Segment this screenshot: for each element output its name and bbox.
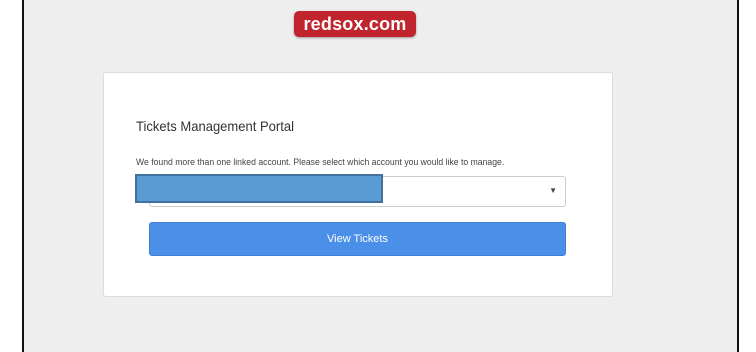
browser-viewport: redsox.com Tickets Management Portal We … [22, 0, 739, 352]
logo-brand-text: redsox [303, 14, 364, 34]
logo-tld-text: .com [363, 14, 407, 34]
caret-down-icon: ▼ [549, 186, 557, 195]
account-select[interactable]: ▼ [135, 174, 566, 207]
redaction-box [135, 174, 383, 203]
portal-title: Tickets Management Portal [136, 118, 294, 134]
redsox-logo[interactable]: redsox.com [294, 11, 416, 37]
account-select-message: We found more than one linked account. P… [136, 157, 505, 167]
view-tickets-button[interactable]: View Tickets [149, 222, 566, 256]
portal-card: Tickets Management Portal We found more … [103, 72, 613, 297]
